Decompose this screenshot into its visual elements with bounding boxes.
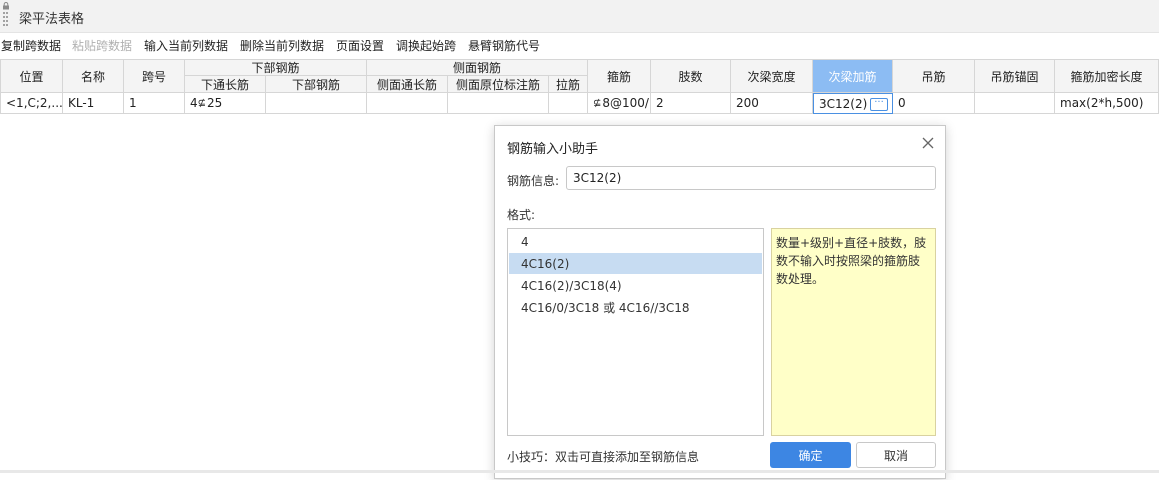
cell-side-through[interactable]: [367, 93, 448, 114]
cell-secondary-add-value: 3C12(2): [819, 96, 868, 111]
cell-hanger[interactable]: 0: [893, 93, 975, 114]
tip-text: 小技巧：双击可直接添加至钢筋信息: [507, 450, 700, 464]
cell-stirrup[interactable]: ⊈ 8@100/: [588, 93, 651, 114]
cell-secondary-add[interactable]: 3C12(2) ···: [813, 93, 893, 114]
ok-button[interactable]: 确定: [770, 442, 851, 468]
cell-bottom-through-count: 4: [190, 96, 198, 110]
cell-hanger-anchor[interactable]: [975, 93, 1055, 114]
cell-secondary-width[interactable]: 200: [731, 93, 813, 114]
cell-legs[interactable]: 2: [651, 93, 731, 114]
cell-bottom-rebar[interactable]: [266, 93, 367, 114]
rebar-input-assistant-dialog: 钢筋输入小助手 钢筋信息: 格式: 4 4C16(2) 4C16(2)/3C18…: [494, 125, 946, 479]
input-current-column-button[interactable]: 输入当前列数据: [144, 37, 228, 54]
header-secondary-add[interactable]: 次梁加筋: [813, 59, 893, 93]
header-side-original[interactable]: 侧面原位标注筋: [448, 76, 549, 93]
window-title: 梁平法表格: [19, 12, 85, 27]
more-options-button[interactable]: ···: [870, 98, 888, 111]
format-hint: 数量+级别+直径+肢数，肢数不输入时按照梁的箍筋肢数处理。: [771, 228, 936, 436]
header-bottom-through[interactable]: 下通长筋: [185, 76, 266, 93]
cell-stirrup-dense-length[interactable]: max(2*h,500): [1055, 93, 1159, 114]
paste-span-data-button[interactable]: 粘贴跨数据: [72, 37, 132, 54]
header-span[interactable]: 跨号: [124, 59, 185, 93]
rebar-grade-icon: ⊈: [593, 97, 602, 109]
header-position[interactable]: 位置: [0, 59, 63, 93]
format-item-selected[interactable]: 4C16(2): [509, 253, 762, 274]
format-item[interactable]: 4: [509, 231, 762, 252]
header-legs[interactable]: 肢数: [651, 59, 731, 93]
format-item[interactable]: 4C16(2)/3C18(4): [509, 275, 762, 296]
cell-position[interactable]: <1,C;2,...: [0, 93, 63, 114]
format-label: 格式:: [507, 208, 536, 222]
cell-tie-bar[interactable]: [549, 93, 588, 114]
header-group-side-rebar: 侧面钢筋: [367, 59, 588, 76]
format-item[interactable]: 4C16/0/3C18 或 4C16//3C18: [509, 297, 762, 318]
header-group-bottom-rebar: 下部钢筋: [185, 59, 367, 76]
header-side-through[interactable]: 侧面通长筋: [367, 76, 448, 93]
header-name[interactable]: 名称: [63, 59, 124, 93]
header-hanger[interactable]: 吊筋: [893, 59, 975, 93]
cell-stirrup-value: 8@100/: [602, 96, 649, 110]
horizontal-scrollbar[interactable]: [0, 470, 1159, 473]
close-icon[interactable]: [921, 136, 935, 150]
header-stirrup[interactable]: 箍筋: [588, 59, 651, 93]
toolbar: 复制跨数据 粘贴跨数据 输入当前列数据 删除当前列数据 页面设置 调换起始跨 悬…: [0, 33, 1159, 57]
cell-side-original[interactable]: [448, 93, 549, 114]
cell-name[interactable]: KL-1: [63, 93, 124, 114]
lock-icon: [3, 2, 9, 10]
header-tie-bar[interactable]: 拉筋: [549, 76, 588, 93]
cell-bottom-through-diameter: 25: [207, 96, 223, 110]
cell-bottom-through[interactable]: 4 ⊈ 25: [185, 93, 266, 114]
cell-span[interactable]: 1: [124, 93, 185, 114]
page-setup-button[interactable]: 页面设置: [336, 37, 384, 54]
cantilever-rebar-code-button[interactable]: 悬臂钢筋代号: [468, 37, 540, 54]
window-titlebar: 梁平法表格: [0, 0, 1159, 33]
header-secondary-width[interactable]: 次梁宽度: [731, 59, 813, 93]
rebar-grade-icon: ⊈: [197, 97, 207, 109]
dialog-title: 钢筋输入小助手: [507, 142, 599, 157]
cancel-button[interactable]: 取消: [856, 442, 936, 468]
delete-current-column-button[interactable]: 删除当前列数据: [240, 37, 324, 54]
copy-span-data-button[interactable]: 复制跨数据: [1, 37, 61, 54]
rebar-info-label: 钢筋信息:: [507, 174, 560, 188]
header-hanger-anchor[interactable]: 吊筋锚固: [975, 59, 1055, 93]
swap-start-span-button[interactable]: 调换起始跨: [396, 37, 456, 54]
header-stirrup-dense-length[interactable]: 箍筋加密长度: [1055, 59, 1159, 93]
format-list[interactable]: 4 4C16(2) 4C16(2)/3C18(4) 4C16/0/3C18 或 …: [507, 228, 764, 436]
rebar-info-input[interactable]: [566, 166, 936, 190]
header-bottom-rebar[interactable]: 下部钢筋: [266, 76, 367, 93]
